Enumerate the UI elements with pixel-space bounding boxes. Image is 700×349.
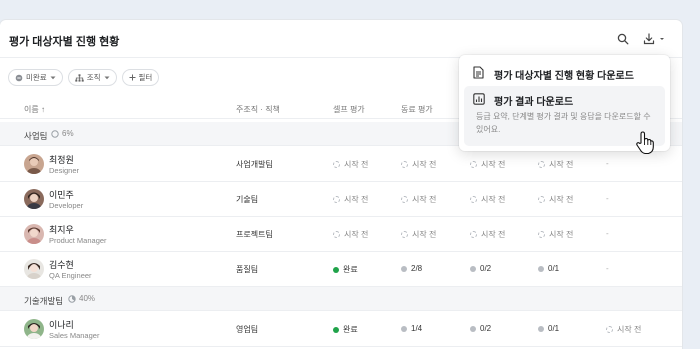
self-review-status: 시작 전 <box>333 229 368 240</box>
column-peer-review-header[interactable]: 동료 평가 <box>401 104 433 115</box>
group-header[interactable]: 기술개발팀 40% <box>0 287 682 311</box>
org-cell: 영업팀 <box>236 325 259 334</box>
dropdown-item-description: 등급 요약, 단계별 평가 결과 및 응답을 다운로드할 수 있어요. <box>476 112 651 134</box>
person-role: Sales Manager <box>49 331 100 340</box>
chevron-down-icon <box>50 76 56 79</box>
download-progress-option[interactable]: 평가 대상자별 진행 현황 다운로드 <box>459 60 670 84</box>
peer-review-status: 2/8 <box>401 264 422 273</box>
peer-review-status: 시작 전 <box>401 194 436 205</box>
avatar <box>24 189 44 209</box>
person-role: Designer <box>49 166 80 175</box>
review-status: 0/1 <box>538 324 559 333</box>
review-status: 시작 전 <box>538 159 573 170</box>
avatar <box>24 154 44 174</box>
filter-label: 미완료 <box>26 73 47 82</box>
avatar <box>24 259 44 279</box>
progress-ring-icon <box>51 129 59 138</box>
org-cell: 기술팀 <box>236 195 259 204</box>
document-icon <box>473 66 484 79</box>
group-name: 사업팀 <box>24 131 48 141</box>
review-status: 0/2 <box>470 324 491 333</box>
filter-org[interactable]: 조직 <box>67 69 117 86</box>
dropdown-item-label: 평가 결과 다운로드 <box>494 97 574 108</box>
org-cell: 프로젝트팀 <box>236 230 273 239</box>
group-percent: 6% <box>62 129 74 138</box>
status-icon <box>15 74 23 81</box>
column-self-review-header[interactable]: 셀프 평가 <box>333 104 365 115</box>
avatar <box>24 224 44 244</box>
org-cell: 사업개발팀 <box>236 160 273 169</box>
org-cell: 품질팀 <box>236 265 259 274</box>
download-menu-button[interactable] <box>642 30 668 48</box>
filter-bar: 미완료 조직 필터 <box>8 69 160 86</box>
review-status: 시작 전 <box>470 229 505 240</box>
group-name: 기술개발팀 <box>24 296 64 306</box>
review-status: 0/2 <box>470 264 491 273</box>
column-name-header[interactable]: 이름 ↑ <box>24 104 45 115</box>
person-role: Product Manager <box>49 236 107 245</box>
hand-cursor-icon <box>636 131 654 155</box>
card-header: 평가 대상자별 진행 현황 <box>0 20 682 58</box>
search-icon[interactable] <box>614 30 632 48</box>
page-title: 평가 대상자별 진행 현황 <box>9 36 120 48</box>
chevron-down-icon <box>104 76 110 79</box>
table-row[interactable]: 김수현 QA Engineer 품질팀 완료 2/8 0/2 0/1 - <box>0 252 682 287</box>
self-review-status: 시작 전 <box>333 194 368 205</box>
table-row[interactable]: 이민주 Developer 기술팀 시작 전 시작 전 시작 전 시작 전 - <box>0 182 682 217</box>
filter-label: 조직 <box>86 73 101 82</box>
review-status: 시작 전 <box>470 194 505 205</box>
plus-icon <box>129 74 136 81</box>
table-row[interactable]: 최지우 Product Manager 프로젝트팀 시작 전 시작 전 시작 전… <box>0 217 682 252</box>
self-review-status: 완료 <box>333 264 358 275</box>
person-name: 최정원 <box>49 155 74 165</box>
avatar <box>24 319 44 339</box>
person-name: 김수현 <box>49 260 74 270</box>
person-name: 최지우 <box>49 225 74 235</box>
chart-icon <box>473 93 485 105</box>
download-icon <box>643 33 664 45</box>
self-review-status: 시작 전 <box>333 159 368 170</box>
table-row[interactable]: 이나리 Sales Manager 영업팀 완료 1/4 0/2 0/1 시작 … <box>0 312 682 347</box>
peer-review-status: 시작 전 <box>401 229 436 240</box>
org-tree-icon <box>75 73 84 82</box>
review-status: - <box>606 229 609 238</box>
review-status: - <box>606 264 609 273</box>
review-status: - <box>606 194 609 203</box>
review-status: 시작 전 <box>606 324 641 335</box>
peer-review-status: 1/4 <box>401 324 422 333</box>
review-status: 시작 전 <box>538 194 573 205</box>
person-name: 이민주 <box>49 190 74 200</box>
filter-incomplete[interactable]: 미완료 <box>8 69 63 86</box>
person-name: 이나리 <box>49 320 74 330</box>
review-status: - <box>606 159 609 168</box>
table-row[interactable]: 최정원 Designer 사업개발팀 시작 전 시작 전 시작 전 시작 전 - <box>0 147 682 182</box>
person-role: Developer <box>49 201 84 210</box>
progress-ring-icon <box>68 294 76 303</box>
peer-review-status: 시작 전 <box>401 159 436 170</box>
group-progress: 40% <box>68 294 95 303</box>
dropdown-item-label: 평가 대상자별 진행 현황 다운로드 <box>494 71 634 82</box>
group-progress: 6% <box>51 129 74 138</box>
review-status: 0/1 <box>538 264 559 273</box>
add-filter-button[interactable]: 필터 <box>121 69 160 86</box>
self-review-status: 완료 <box>333 324 358 335</box>
filter-label: 필터 <box>138 73 153 82</box>
group-percent: 40% <box>79 294 96 303</box>
person-role: QA Engineer <box>49 271 92 280</box>
review-status: 시작 전 <box>470 159 505 170</box>
review-status: 시작 전 <box>538 229 573 240</box>
column-org-header[interactable]: 주조직 · 직책 <box>236 104 280 115</box>
